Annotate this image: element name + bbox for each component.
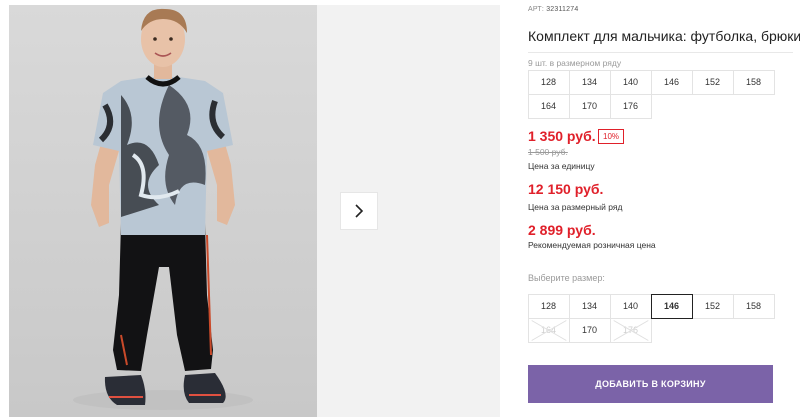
size-option[interactable]: 140 bbox=[609, 293, 652, 319]
title-divider bbox=[528, 52, 793, 53]
retail-price: 2 899 руб. bbox=[528, 222, 596, 238]
size-row-cell: 146 bbox=[650, 69, 693, 95]
discount-badge: 10% bbox=[598, 129, 625, 144]
size-row-note: 9 шт. в размерном ряду bbox=[528, 58, 622, 68]
size-row-cell: 128 bbox=[527, 69, 570, 95]
size-row-cell: 152 bbox=[691, 69, 734, 95]
size-row-cell: 176 bbox=[609, 93, 652, 119]
choose-size-label: Выберите размер: bbox=[528, 273, 605, 283]
size-row-cell: 170 bbox=[568, 93, 611, 119]
retail-price-caption: Рекомендуемая розничная цена bbox=[528, 240, 656, 250]
size-row-cell: 140 bbox=[609, 69, 652, 95]
add-to-cart-button[interactable]: ДОБАВИТЬ В КОРЗИНУ bbox=[528, 365, 773, 403]
size-option[interactable]: 128 bbox=[527, 293, 570, 319]
size-option-disabled: 164 bbox=[527, 317, 570, 343]
sku-label: АРТ: bbox=[528, 6, 545, 13]
row-price-caption: Цена за размерный ряд bbox=[528, 202, 623, 212]
size-picker: 128 134 140 146 152 158 164 170 176 bbox=[527, 293, 776, 343]
size-row-cell: 158 bbox=[732, 69, 775, 95]
size-option[interactable]: 170 bbox=[568, 317, 611, 343]
size-option[interactable]: 134 bbox=[568, 293, 611, 319]
size-option-disabled: 176 bbox=[609, 317, 652, 343]
old-price: 1 500 руб. bbox=[528, 147, 568, 157]
size-option[interactable]: 152 bbox=[691, 293, 734, 319]
unit-price-caption: Цена за единицу bbox=[528, 161, 595, 171]
row-price: 12 150 руб. bbox=[528, 181, 604, 197]
next-image-button[interactable] bbox=[340, 192, 378, 230]
sku-value: 32311274 bbox=[546, 6, 579, 13]
sku: АРТ: 32311274 bbox=[528, 6, 578, 13]
size-row-cell: 134 bbox=[568, 69, 611, 95]
product-gallery bbox=[0, 0, 500, 419]
unit-price: 1 350 руб. bbox=[528, 128, 596, 144]
product-photo bbox=[9, 5, 317, 417]
product-title: Комплект для мальчика: футболка, брюки bbox=[528, 28, 800, 44]
chevron-right-icon bbox=[355, 204, 364, 218]
size-row-cell: 164 bbox=[527, 93, 570, 119]
boy-model-illustration bbox=[73, 8, 253, 410]
size-option[interactable]: 158 bbox=[732, 293, 775, 319]
size-row-grid: 128 134 140 146 152 158 164 170 176 bbox=[527, 69, 776, 119]
size-option-selected[interactable]: 146 bbox=[650, 293, 693, 319]
